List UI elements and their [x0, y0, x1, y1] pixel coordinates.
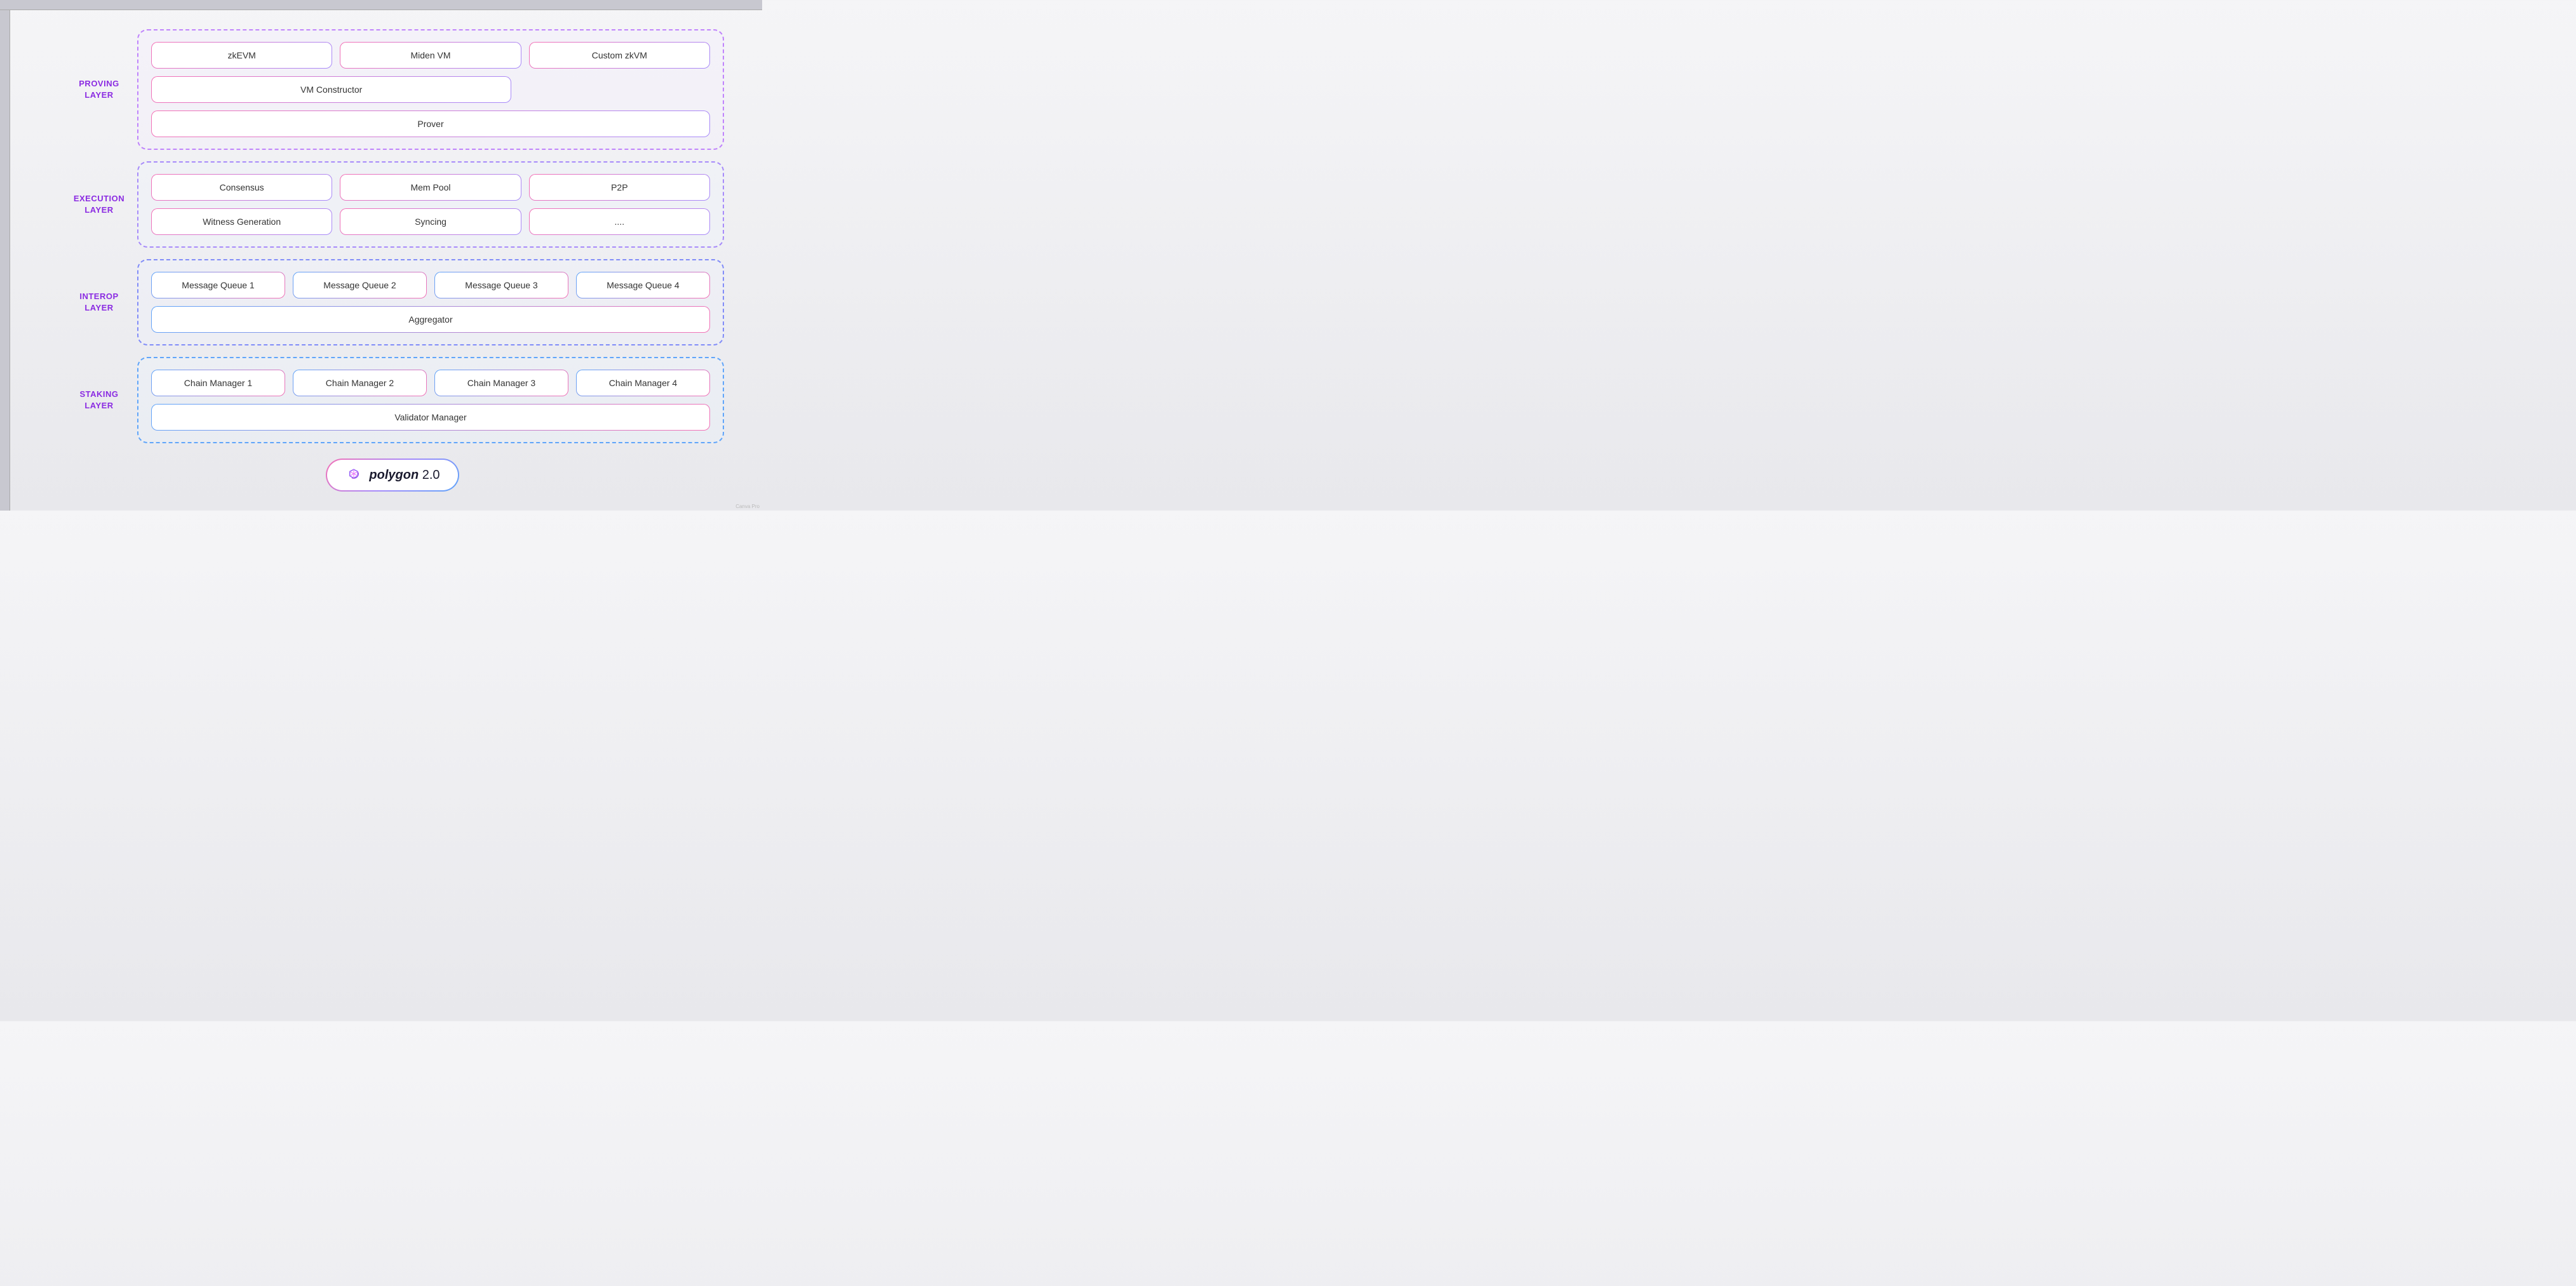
message-queue-4-box: Message Queue 4 — [576, 272, 710, 298]
validator-manager-box: Validator Manager — [151, 404, 710, 431]
ruler-left — [0, 10, 10, 511]
interop-layer-box: Message Queue 1 Message Queue 2 Message … — [137, 259, 724, 345]
staking-row-1: Chain Manager 1 Chain Manager 2 Chain Ma… — [151, 370, 710, 396]
polygon-text: polygon 2.0 — [369, 468, 439, 483]
dots-box: .... — [529, 208, 710, 235]
proving-layer-row: PROVING LAYER zkEVM Miden VM Custom zkVM… — [61, 29, 724, 150]
proving-row-2: VM Constructor — [151, 76, 710, 103]
zkevm-box: zkEVM — [151, 42, 332, 69]
staking-layer-row: STAKING LAYER Chain Manager 1 Chain Mana… — [61, 357, 724, 443]
interop-layer-label: INTEROP LAYER — [61, 291, 137, 314]
staking-layer-box: Chain Manager 1 Chain Manager 2 Chain Ma… — [137, 357, 724, 443]
interop-row-1: Message Queue 1 Message Queue 2 Message … — [151, 272, 710, 298]
chain-manager-1-box: Chain Manager 1 — [151, 370, 285, 396]
proving-layer-box: zkEVM Miden VM Custom zkVM VM Constructo… — [137, 29, 724, 150]
execution-layer-label: EXECUTION LAYER — [61, 193, 137, 216]
execution-layer-box: Consensus Mem Pool P2P Witness Generatio… — [137, 161, 724, 248]
chain-manager-4-box: Chain Manager 4 — [576, 370, 710, 396]
polygon-badge-container: polygon 2.0 — [61, 459, 724, 492]
proving-layer-label: PROVING LAYER — [61, 78, 137, 101]
staking-layer-label: STAKING LAYER — [61, 389, 137, 412]
execution-row-1: Consensus Mem Pool P2P — [151, 174, 710, 201]
prover-box: Prover — [151, 111, 710, 137]
chain-manager-2-box: Chain Manager 2 — [293, 370, 427, 396]
consensus-box: Consensus — [151, 174, 332, 201]
message-queue-2-box: Message Queue 2 — [293, 272, 427, 298]
interop-row-2: Aggregator — [151, 306, 710, 333]
interop-layer-row: INTEROP LAYER Message Queue 1 Message Qu… — [61, 259, 724, 345]
message-queue-3-box: Message Queue 3 — [434, 272, 568, 298]
message-queue-1-box: Message Queue 1 — [151, 272, 285, 298]
execution-row-2: Witness Generation Syncing .... — [151, 208, 710, 235]
vm-constructor-box: VM Constructor — [151, 76, 511, 103]
custom-zkvm-box: Custom zkVM — [529, 42, 710, 69]
ruler-top — [0, 0, 762, 10]
bottom-bar: Canva Pro — [733, 502, 762, 511]
syncing-box: Syncing — [340, 208, 521, 235]
proving-row-1: zkEVM Miden VM Custom zkVM — [151, 42, 710, 69]
witness-gen-box: Witness Generation — [151, 208, 332, 235]
chain-manager-3-box: Chain Manager 3 — [434, 370, 568, 396]
execution-layer-row: EXECUTION LAYER Consensus Mem Pool P2P W… — [61, 161, 724, 248]
aggregator-box: Aggregator — [151, 306, 710, 333]
miden-vm-box: Miden VM — [340, 42, 521, 69]
staking-row-2: Validator Manager — [151, 404, 710, 431]
p2p-box: P2P — [529, 174, 710, 201]
polygon-logo-icon — [345, 466, 363, 484]
polygon-pill: polygon 2.0 — [326, 459, 459, 492]
mempool-box: Mem Pool — [340, 174, 521, 201]
proving-row-3: Prover — [151, 111, 710, 137]
